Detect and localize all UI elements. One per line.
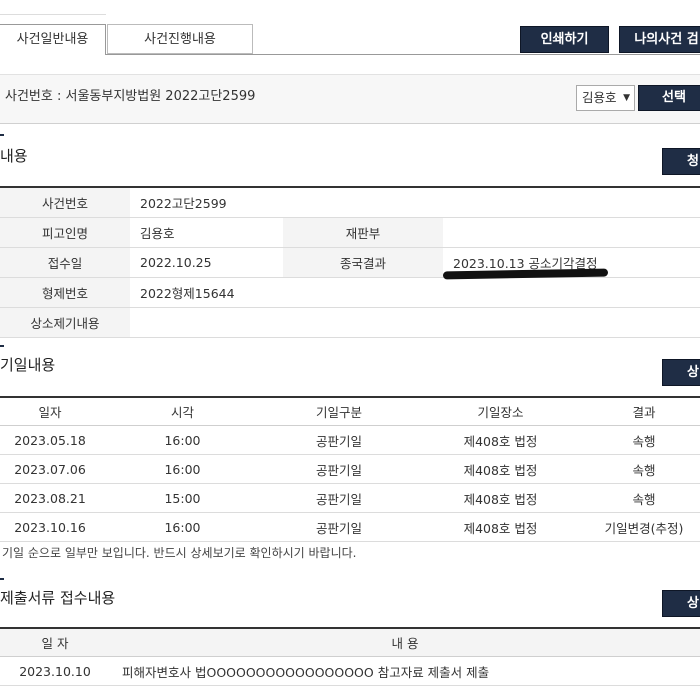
section-marker xyxy=(0,578,4,580)
submission-content: 피해자변호사 법OOOOOOOOOOOOOOOOO 참고자료 제출서 제출 xyxy=(110,656,700,686)
hearing-date: 2023.05.18 xyxy=(0,425,100,455)
police-no-label: 형제번호 xyxy=(0,277,130,308)
header-time: 시각 xyxy=(100,397,265,426)
chevron-down-icon: ▼ xyxy=(623,93,630,103)
table-row: 2023.07.06 16:00 공판기일 제408호 법정 속행 xyxy=(0,454,700,484)
general-info-table: 사건번호 2022고단2599 피고인명 김용호 재판부 접수일 2022.10… xyxy=(0,186,700,338)
hearing-time: 16:00 xyxy=(100,425,265,455)
header-result: 결과 xyxy=(588,397,700,426)
hearing-place: 제408호 법정 xyxy=(413,425,588,455)
result-label: 종국결과 xyxy=(283,247,443,278)
case-search-bar: 사건번호 : 서울동부지방법원 2022고단2599 김용호 ▼ 선택 xyxy=(0,74,700,124)
hearing-type: 공판기일 xyxy=(265,425,413,455)
header-date: 일 자 xyxy=(0,628,110,657)
header-content: 내 용 xyxy=(110,628,700,657)
general-section-title: 내용 xyxy=(0,147,28,165)
court-value xyxy=(443,217,700,248)
hearings-table: 일자 시각 기일구분 기일장소 결과 2023.05.18 16:00 공판기일… xyxy=(0,396,700,542)
submissions-header-row: 일 자 내 용 xyxy=(0,628,700,657)
case-number-label: 사건번호 : 서울동부지방법원 2022고단2599 xyxy=(5,89,256,104)
submission-date: 2023.10.10 xyxy=(0,656,110,686)
empty-label-cell xyxy=(283,187,443,218)
court-label: 재판부 xyxy=(283,217,443,248)
header-type: 기일구분 xyxy=(265,397,413,426)
header-place: 기일장소 xyxy=(413,397,588,426)
hearings-header-row: 일자 시각 기일구분 기일장소 결과 xyxy=(0,397,700,426)
result-value: 2023.10.13 공소기각결정 xyxy=(442,247,700,280)
receipt-label: 접수일 xyxy=(0,247,130,278)
hearings-detail-button[interactable]: 상 xyxy=(662,359,700,386)
submissions-detail-button[interactable]: 상 xyxy=(662,590,700,617)
table-row: 2023.08.21 15:00 공판기일 제408호 법정 속행 xyxy=(0,483,700,513)
submissions-section-title: 제출서류 접수내용 xyxy=(0,589,116,607)
submissions-table: 일 자 내 용 2023.10.10 피해자변호사 법OOOOOOOOOOOOO… xyxy=(0,627,700,686)
table-row: 2023.05.18 16:00 공판기일 제408호 법정 속행 xyxy=(0,425,700,455)
hearing-type: 공판기일 xyxy=(265,512,413,542)
defendant-label: 피고인명 xyxy=(0,217,130,248)
print-button[interactable]: 인쇄하기 xyxy=(520,26,609,53)
receipt-value: 2022.10.25 xyxy=(130,247,283,278)
header-date: 일자 xyxy=(0,397,100,426)
hearings-section-title: 기일내용 xyxy=(0,356,56,374)
my-case-button[interactable]: 나의사건 검 xyxy=(619,26,700,53)
empty-value-cell xyxy=(443,187,700,218)
tab-divider xyxy=(106,54,700,55)
tab-strip-top-line xyxy=(0,14,106,15)
defendant-value: 김용호 xyxy=(130,217,283,248)
hearing-place: 제408호 법정 xyxy=(413,512,588,542)
select-button[interactable]: 선택 xyxy=(638,85,700,111)
hearing-result: 속행 xyxy=(588,483,700,513)
hearing-result: 기일변경(추정) xyxy=(588,512,700,542)
hearing-place: 제408호 법정 xyxy=(413,483,588,513)
hearing-time: 16:00 xyxy=(100,454,265,484)
defendant-select[interactable]: 김용호 ▼ xyxy=(576,85,635,111)
case-no-value: 2022고단2599 xyxy=(130,187,283,218)
hearing-type: 공판기일 xyxy=(265,454,413,484)
hearings-note: 기일 순으로 일부만 보입니다. 반드시 상세보기로 확인하시기 바랍니다. xyxy=(2,546,357,560)
hearing-type: 공판기일 xyxy=(265,483,413,513)
police-no-value: 2022형제15644 xyxy=(130,277,700,308)
hearing-time: 15:00 xyxy=(100,483,265,513)
hearing-result: 속행 xyxy=(588,425,700,455)
section-marker xyxy=(0,345,4,347)
case-no-label: 사건번호 xyxy=(0,187,130,218)
general-right-button[interactable]: 청 xyxy=(662,148,700,175)
tab-progress[interactable]: 사건진행내용 xyxy=(107,24,253,54)
table-row: 2023.10.16 16:00 공판기일 제408호 법정 기일변경(추정) xyxy=(0,512,700,542)
hearing-date: 2023.08.21 xyxy=(0,483,100,513)
hearing-result: 속행 xyxy=(588,454,700,484)
hearing-date: 2023.10.16 xyxy=(0,512,100,542)
appeal-label: 상소제기내용 xyxy=(0,307,130,338)
hearing-time: 16:00 xyxy=(100,512,265,542)
appeal-value xyxy=(130,307,700,338)
section-marker xyxy=(0,134,4,136)
tab-general[interactable]: 사건일반내용 xyxy=(0,24,106,55)
defendant-select-value: 김용호 xyxy=(582,90,617,105)
table-row: 2023.10.10 피해자변호사 법OOOOOOOOOOOOOOOOO 참고자… xyxy=(0,656,700,686)
hearing-place: 제408호 법정 xyxy=(413,454,588,484)
hearing-date: 2023.07.06 xyxy=(0,454,100,484)
